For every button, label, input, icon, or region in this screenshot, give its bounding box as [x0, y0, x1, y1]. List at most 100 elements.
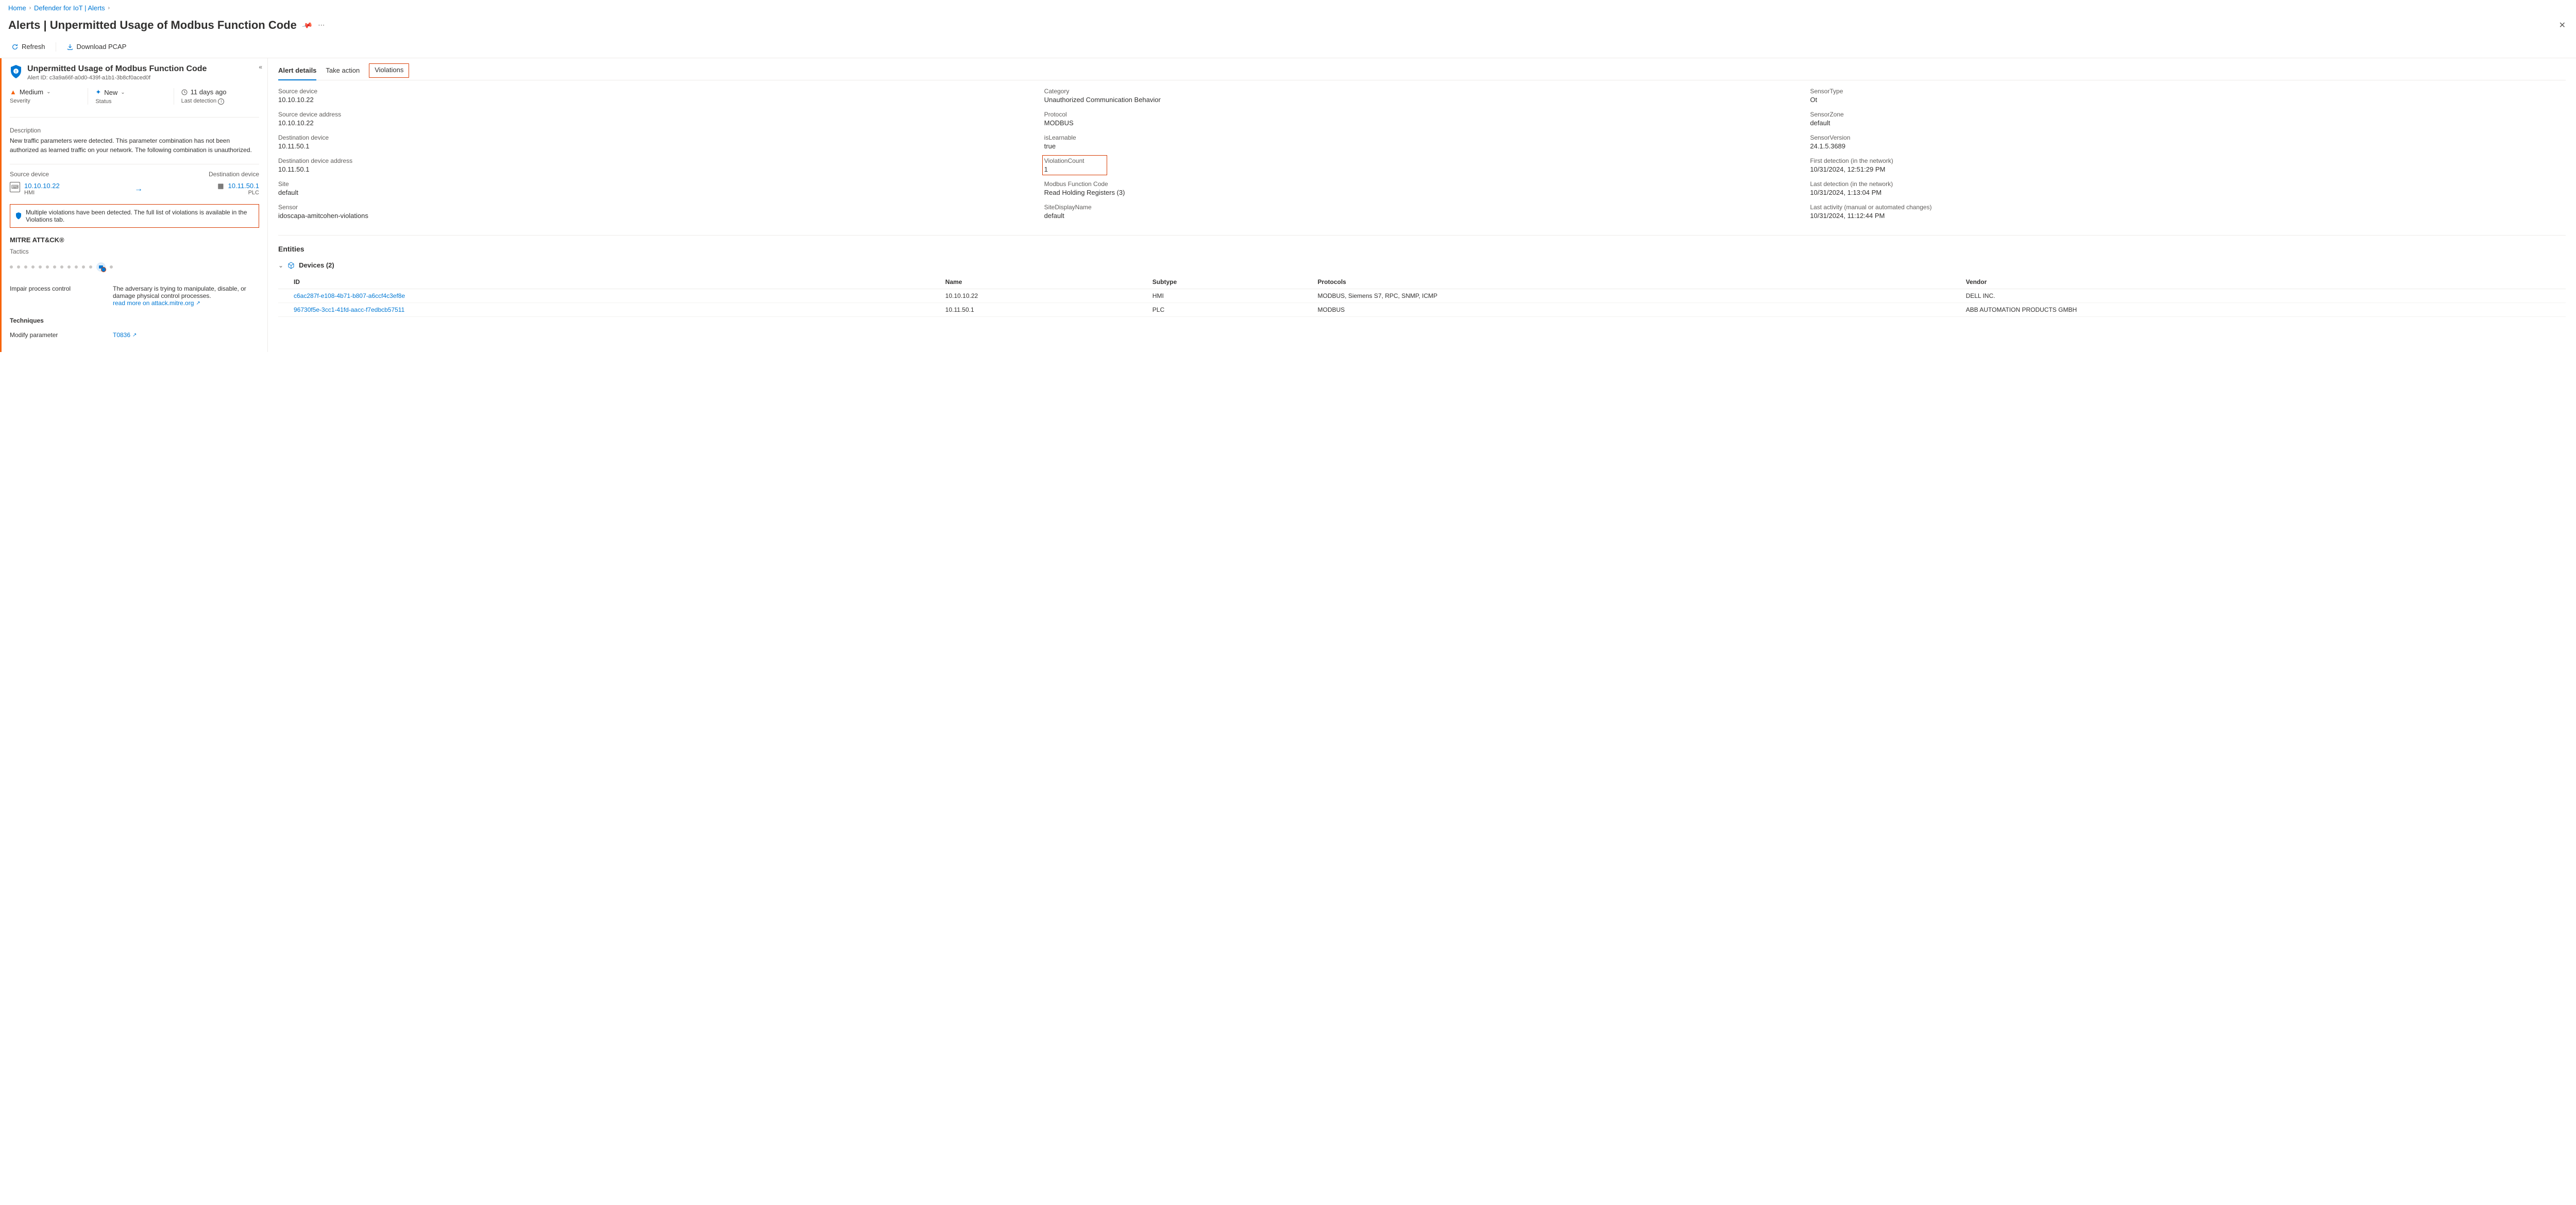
detail-item: SiteDisplayNamedefault	[1044, 204, 1800, 220]
source-device-label: Source device	[10, 171, 49, 178]
entity-subtype: HMI	[1148, 289, 1314, 303]
entity-vendor: ABB AUTOMATION PRODUCTS GMBH	[1962, 303, 2566, 317]
collapse-button[interactable]: «	[259, 63, 262, 71]
page-header: Alerts | Unpermitted Usage of Modbus Fun…	[0, 16, 2576, 38]
detail-key: First detection (in the network)	[1810, 157, 2566, 164]
detail-item: Sitedefault	[278, 180, 1034, 196]
detail-value: 10.11.50.1	[278, 165, 1034, 173]
detail-value: 10/31/2024, 11:12:44 PM	[1810, 212, 2566, 220]
col-vendor[interactable]: Vendor	[1962, 275, 2566, 289]
detail-item: SensorVersion24.1.5.3689	[1810, 134, 2566, 150]
breadcrumb-home[interactable]: Home	[8, 4, 26, 12]
tactic-dot	[17, 265, 20, 269]
detail-item: Destination device address10.11.50.1	[278, 157, 1034, 173]
tactic-dot	[67, 265, 71, 269]
detail-key: SiteDisplayName	[1044, 204, 1800, 211]
external-link-icon: ↗	[132, 332, 137, 338]
tactics-timeline	[2, 257, 267, 282]
device-icon	[287, 262, 295, 269]
entity-subtype: PLC	[1148, 303, 1314, 317]
main-content: ! Unpermitted Usage of Modbus Function C…	[0, 58, 2576, 352]
detail-value: Ot	[1810, 96, 2566, 104]
description-section: Description New traffic parameters were …	[2, 122, 267, 160]
detail-key: Destination device	[278, 134, 1034, 141]
destination-device-label: Destination device	[209, 171, 259, 178]
entity-id-link[interactable]: c6ac287f-e108-4b71-b807-a6ccf4c3ef8e	[278, 289, 941, 303]
detail-key: Category	[1044, 88, 1800, 95]
description-label: Description	[10, 127, 259, 134]
tactics-label: Tactics	[2, 246, 267, 255]
techniques-label: Techniques	[2, 310, 267, 326]
col-subtype[interactable]: Subtype	[1148, 275, 1314, 289]
detail-value: Unauthorized Communication Behavior	[1044, 96, 1800, 104]
shield-small-icon	[15, 212, 22, 220]
tactic-dot	[75, 265, 78, 269]
detail-key: Last activity (manual or automated chang…	[1810, 204, 2566, 211]
status-dropdown[interactable]: ✦ New ⌄	[95, 88, 166, 96]
detail-value: 10/31/2024, 12:51:29 PM	[1810, 165, 2566, 173]
detail-key: ViolationCount	[1044, 157, 1084, 164]
alert-title: Unpermitted Usage of Modbus Function Cod…	[27, 64, 207, 74]
entities-group-toggle[interactable]: ⌄ Devices (2)	[278, 258, 2566, 272]
detail-item: First detection (in the network)10/31/20…	[1810, 157, 2566, 173]
detail-item: isLearnabletrue	[1044, 134, 1800, 150]
entity-protocols: MODBUS	[1313, 303, 1961, 317]
detail-item: Source device address10.10.10.22	[278, 111, 1034, 127]
col-name[interactable]: Name	[941, 275, 1148, 289]
tactic-dot	[60, 265, 63, 269]
detail-key: Protocol	[1044, 111, 1800, 118]
severity-icon: ▲	[10, 88, 16, 96]
tactic-dot	[89, 265, 92, 269]
detail-item: Sensoridoscapa-amitcohen-violations	[278, 204, 1034, 220]
detail-key: Source device	[278, 88, 1034, 95]
tabs: Alert details Take action Violations	[278, 58, 2566, 80]
table-row[interactable]: 96730f5e-3cc1-41fd-aacc-f7edbcb5751110.1…	[278, 303, 2566, 317]
entity-id-link[interactable]: 96730f5e-3cc1-41fd-aacc-f7edbcb57511	[278, 303, 941, 317]
violations-notice: Multiple violations have been detected. …	[10, 204, 259, 228]
tactic-name: Impair process control	[10, 285, 103, 307]
detail-value: Read Holding Registers (3)	[1044, 189, 1800, 196]
tab-violations[interactable]: Violations	[369, 63, 409, 78]
info-icon[interactable]: i	[218, 98, 224, 105]
detail-key: Modbus Function Code	[1044, 180, 1800, 188]
detail-value: 10.10.10.22	[278, 96, 1034, 104]
technique-link[interactable]: T0836 ↗	[113, 331, 137, 339]
status-spinner-icon: ✦	[95, 88, 101, 96]
detail-key: Source device address	[278, 111, 1034, 118]
detail-item: SensorTypeOt	[1810, 88, 2566, 104]
entity-protocols: MODBUS, Siemens S7, RPC, SNMP, ICMP	[1313, 289, 1961, 303]
tactic-dot-active[interactable]	[96, 262, 106, 272]
download-pcap-button[interactable]: Download PCAP	[63, 41, 130, 53]
detail-value: default	[1044, 212, 1800, 220]
tactic-dot	[10, 265, 13, 269]
breadcrumb-mid[interactable]: Defender for IoT | Alerts	[34, 4, 105, 12]
hmi-icon: ⌨	[10, 182, 20, 192]
tactic-dot	[82, 265, 85, 269]
detail-item: Last activity (manual or automated chang…	[1810, 204, 2566, 220]
alert-summary-pane: ! Unpermitted Usage of Modbus Function C…	[0, 58, 268, 352]
detail-item: Modbus Function CodeRead Holding Registe…	[1044, 180, 1800, 196]
detail-key: Last detection (in the network)	[1810, 180, 2566, 188]
tab-take-action[interactable]: Take action	[326, 63, 360, 80]
tactic-dot	[31, 265, 35, 269]
more-icon[interactable]: ⋯	[318, 21, 325, 30]
tactic-description: The adversary is trying to manipulate, d…	[113, 285, 259, 299]
severity-dropdown[interactable]: ▲ Medium ⌄	[10, 88, 80, 96]
tab-alert-details[interactable]: Alert details	[278, 63, 316, 80]
refresh-button[interactable]: Refresh	[8, 41, 48, 53]
detail-item: Source device10.10.10.22	[278, 88, 1034, 104]
entity-name: 10.11.50.1	[941, 303, 1148, 317]
pin-icon[interactable]: 📌	[301, 19, 314, 31]
entities-header: Entities	[278, 236, 2566, 258]
entities-table: ID Name Subtype Protocols Vendor c6ac287…	[278, 275, 2566, 317]
table-row[interactable]: c6ac287f-e108-4b71-b807-a6ccf4c3ef8e10.1…	[278, 289, 2566, 303]
details-grid: Source device10.10.10.22 CategoryUnauthor…	[278, 88, 2566, 236]
col-id[interactable]: ID	[278, 275, 941, 289]
mitre-read-more-link[interactable]: read more on attack.mitre.org ↗	[113, 299, 200, 307]
source-device-link[interactable]: 10.10.10.22	[24, 182, 60, 190]
destination-device-link[interactable]: 10.11.50.1	[228, 182, 259, 190]
col-protocols[interactable]: Protocols	[1313, 275, 1961, 289]
breadcrumb: Home › Defender for IoT | Alerts ›	[0, 0, 2576, 16]
chevron-down-icon: ⌄	[46, 89, 50, 95]
close-button[interactable]: ✕	[2557, 18, 2568, 32]
